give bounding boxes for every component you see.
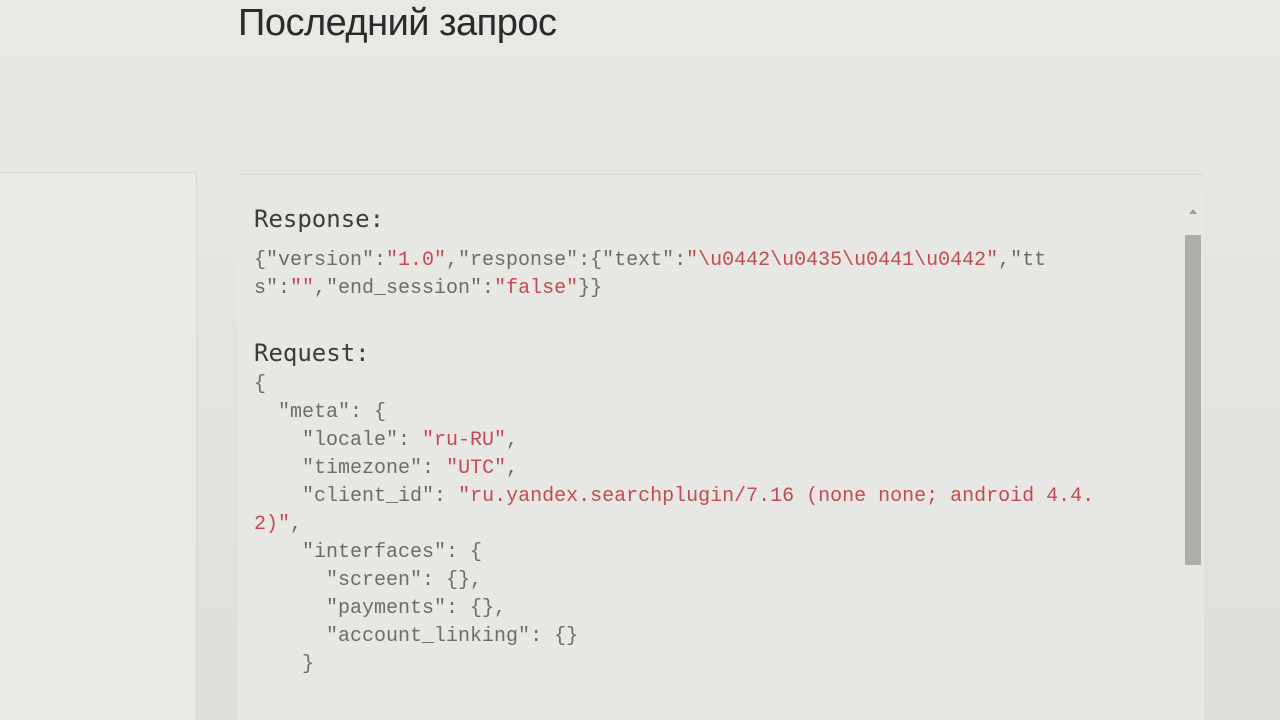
response-token: {"version": [254,249,387,272]
response-label: Response: [254,205,385,233]
request-token: "payments" [326,597,447,620]
request-token: "account_linking" [326,625,531,648]
scroll-up-arrow-icon[interactable] [1189,209,1197,214]
request-token: "client_id" [302,485,435,508]
response-token: ,"response":{"text": [446,249,687,272]
response-token: "1.0" [386,249,447,272]
request-token: "locale" [302,429,399,452]
request-token: : [422,457,447,480]
left-sidebar-panel [0,172,197,720]
response-token: ,"end_session": [314,277,495,300]
request-log-panel[interactable]: Response: {"version":"1.0","response":{"… [238,174,1204,720]
page: Последний запрос Response: {"version":"1… [0,0,1280,720]
response-token: "false" [494,277,579,300]
request-token: "meta" [278,401,351,424]
response-json: {"version":"1.0","response":{"text":"\u0… [254,247,1114,303]
request-token: "ru-RU" [422,429,507,452]
request-label: Request: [254,339,370,367]
log-scrollbar[interactable] [1184,209,1202,720]
request-token: "interfaces" [302,541,447,564]
response-token: "" [290,277,315,300]
scrollbar-thumb[interactable] [1185,235,1201,565]
request-token: "timezone" [302,457,423,480]
request-token: { [254,373,267,396]
request-token: "UTC" [446,457,507,480]
response-token: "\u0442\u0435\u0441\u0442" [686,249,999,272]
request-token: : [398,429,423,452]
response-token: }} [578,277,603,300]
request-token: "screen" [326,569,423,592]
page-title: Последний запрос [238,2,557,44]
request-token: : [434,485,459,508]
request-json: { "meta": { "locale": "ru-RU", "timezone… [254,371,1134,679]
log-content: Response: {"version":"1.0","response":{"… [254,205,1154,679]
